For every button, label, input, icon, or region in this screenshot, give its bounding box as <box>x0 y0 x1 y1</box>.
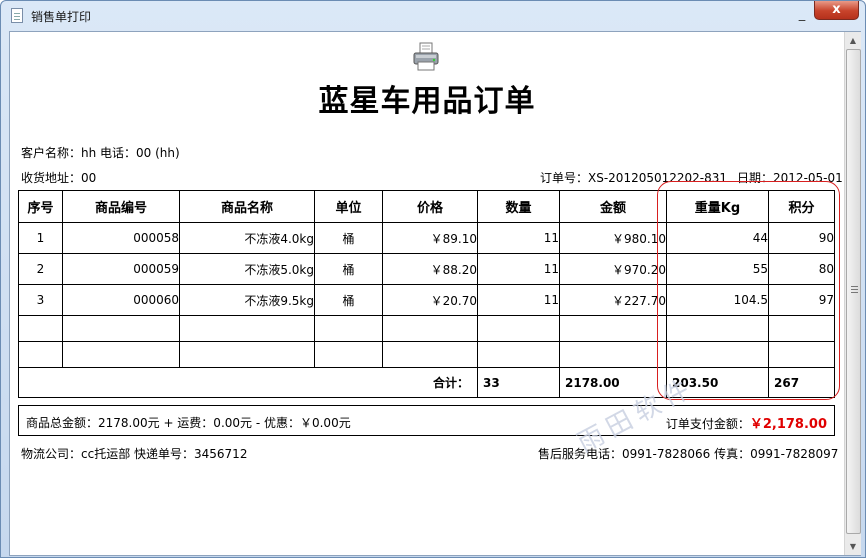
cell-name: 不冻液9.5kg <box>179 284 315 316</box>
cell-unit: 桶 <box>314 253 383 285</box>
column-header: 价格 <box>382 190 478 223</box>
summary-amounts: 商品总金额：2178.00元 + 运费：0.00元 - 优惠：￥0.00元 <box>26 416 351 430</box>
cell-code: 000059 <box>62 253 180 285</box>
document-title: 蓝星车用品订单 <box>318 84 536 119</box>
customer-info: 客户名称：hh 电话：00 (hh) <box>21 146 180 160</box>
window-title: 销售单打印 <box>31 10 92 24</box>
scroll-up-arrow[interactable]: ▲ <box>845 32 861 49</box>
printer-icon[interactable] <box>413 42 439 72</box>
column-header: 序号 <box>18 190 63 223</box>
cell-unit: 桶 <box>314 222 383 254</box>
cell-amount: ￥227.70 <box>559 284 667 316</box>
cell-quantity: 11 <box>477 284 560 316</box>
grip-icon <box>851 286 858 293</box>
column-header: 商品名称 <box>179 190 315 223</box>
cell-amount: ￥980.10 <box>559 222 667 254</box>
cell-name: 不冻液5.0kg <box>179 253 315 285</box>
cell-quantity: 11 <box>477 222 560 254</box>
cell-index: 2 <box>18 253 63 285</box>
shipping-address: 收货地址：00 <box>21 171 97 185</box>
column-header: 商品编号 <box>62 190 180 223</box>
cell-index: 3 <box>18 284 63 316</box>
total-label: 合计： <box>18 367 478 398</box>
cell-price: ￥89.10 <box>382 222 478 254</box>
cell-name: 不冻液4.0kg <box>179 222 315 254</box>
cell-code: 000060 <box>62 284 180 316</box>
column-header: 金额 <box>559 190 667 223</box>
total-quantity: 33 <box>477 367 560 398</box>
scroll-thumb[interactable] <box>846 49 861 534</box>
cell-price: ￥20.70 <box>382 284 478 316</box>
payment-amount: ￥2,178.00 <box>749 417 827 432</box>
close-button[interactable]: x <box>814 1 859 20</box>
document-icon <box>11 8 23 23</box>
payment-label: 订单支付金额： <box>665 417 750 431</box>
summary-box: 商品总金额：2178.00元 + 运费：0.00元 - 优惠：￥0.00元 订单… <box>18 405 835 436</box>
cell-price: ￥88.20 <box>382 253 478 285</box>
logistics-info: 物流公司：cc托运部 快递单号：3456712 <box>21 447 248 461</box>
title-bar[interactable]: 销售单打印 _ x <box>1 1 865 31</box>
scroll-down-arrow[interactable]: ▼ <box>845 538 861 555</box>
cell-amount: ￥970.20 <box>559 253 667 285</box>
column-header: 数量 <box>477 190 560 223</box>
payment-total: 订单支付金额：￥2,178.00 <box>666 413 827 432</box>
cell-code: 000058 <box>62 222 180 254</box>
vertical-scrollbar[interactable]: ▲ ▼ <box>844 32 861 555</box>
print-window: 销售单打印 _ x 蓝星车用品订单 客户名称：hh 电话：00 (hh) 收货地… <box>0 0 866 558</box>
cell-index: 1 <box>18 222 63 254</box>
minimize-button[interactable]: _ <box>796 8 808 21</box>
cell-quantity: 11 <box>477 253 560 285</box>
column-header: 单位 <box>314 190 383 223</box>
print-preview-area: 蓝星车用品订单 客户名称：hh 电话：00 (hh) 收货地址：00 订单号：X… <box>9 31 861 556</box>
cell-unit: 桶 <box>314 284 383 316</box>
highlight-annotation <box>657 181 840 400</box>
